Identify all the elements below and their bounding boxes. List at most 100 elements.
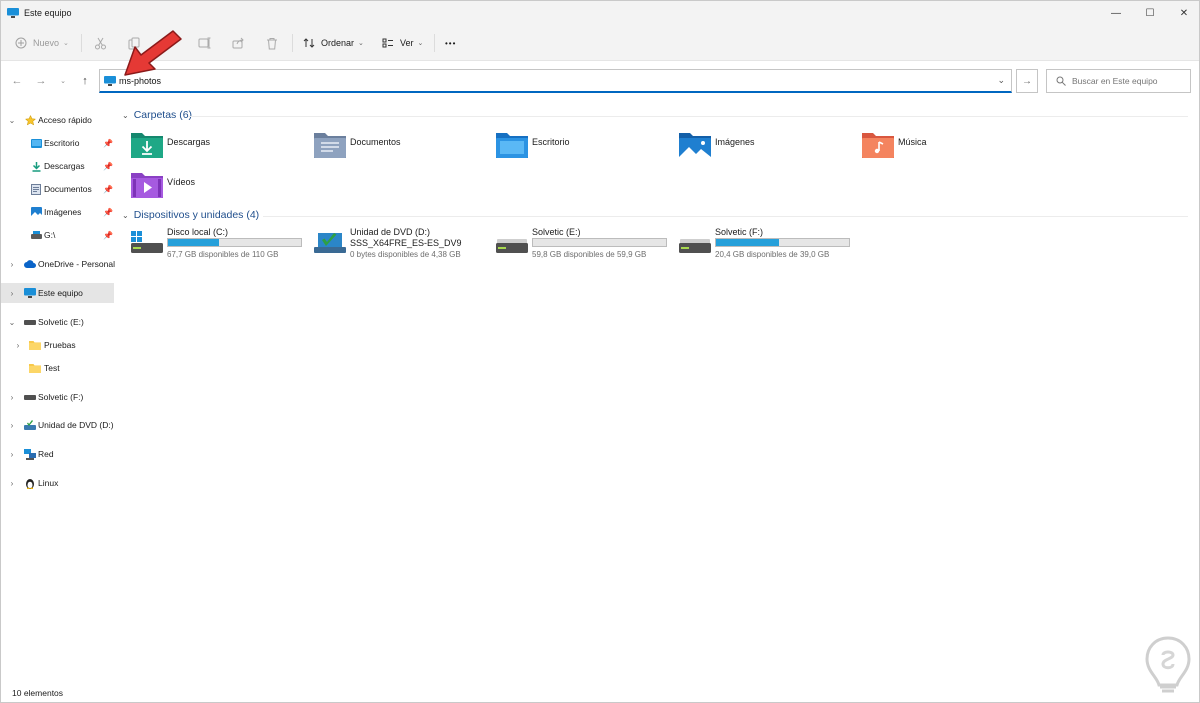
- sidebar-item-descargas[interactable]: Descargas 📌: [1, 156, 114, 176]
- chevron-down-icon[interactable]: ⌄: [7, 318, 17, 327]
- folder-tile-descargas[interactable]: Descargas: [131, 129, 301, 159]
- chevron-right-icon[interactable]: ›: [7, 479, 17, 488]
- videos-folder-icon: [131, 173, 163, 198]
- cut-button[interactable]: [94, 34, 107, 52]
- chevron-down-icon: ⌄: [60, 78, 66, 85]
- file-explorer-window: Este equipo — ☐ ✕ Nuevo ⌄ Ordenar ⌄ Ver …: [0, 0, 1200, 703]
- drive-tile-f[interactable]: Solvetic (F:) 20,4 GB disponibles de 39,…: [679, 227, 854, 263]
- plus-circle-icon: [15, 37, 27, 49]
- desktop-folder-icon: [30, 137, 42, 149]
- new-button[interactable]: Nuevo ⌄: [15, 34, 69, 52]
- address-bar[interactable]: ⌄: [99, 69, 1012, 93]
- annotation-arrow-icon: [124, 30, 182, 76]
- sort-button[interactable]: Ordenar ⌄: [303, 34, 364, 52]
- folder-tile-musica[interactable]: Música: [862, 129, 1032, 159]
- sidebar-item-dvd[interactable]: › Unidad de DVD (D:): [1, 415, 114, 435]
- chevron-right-icon[interactable]: ›: [13, 341, 23, 350]
- rename-icon: [198, 37, 211, 49]
- watermark-logo-icon: [1145, 636, 1191, 693]
- sidebar-item-solvetic-f[interactable]: › Solvetic (F:): [1, 387, 114, 407]
- more-options-button[interactable]: •••: [445, 34, 456, 52]
- documents-folder-icon: [314, 133, 346, 158]
- delete-button[interactable]: [266, 34, 278, 52]
- pin-icon[interactable]: 📌: [103, 208, 113, 217]
- maximize-button[interactable]: ☐: [1133, 1, 1167, 25]
- drive-tile-e[interactable]: Solvetic (E:) 59,8 GB disponibles de 59,…: [496, 227, 671, 263]
- drives-group-header[interactable]: ⌄ Dispositivos y unidades (4): [122, 209, 259, 221]
- sidebar-item-documentos[interactable]: Documentos 📌: [1, 179, 114, 199]
- toolbar-divider: [81, 34, 82, 52]
- drive-tile-c[interactable]: Disco local (C:) 67,7 GB disponibles de …: [131, 227, 306, 263]
- drive-usage-bar: [715, 238, 850, 247]
- toolbar-divider: [434, 34, 435, 52]
- arrow-right-icon: →: [1022, 75, 1032, 87]
- downloads-folder-icon: [131, 133, 163, 158]
- drive-icon: [496, 239, 528, 253]
- sidebar-item-linux[interactable]: › Linux: [1, 473, 114, 493]
- rename-button[interactable]: [198, 34, 211, 52]
- pictures-icon: [30, 206, 42, 218]
- chevron-down-icon: ⌄: [122, 210, 129, 220]
- sidebar-item-quick-access[interactable]: ⌄ Acceso rápido: [1, 110, 114, 130]
- pin-icon[interactable]: 📌: [103, 231, 113, 240]
- folder-icon: [29, 362, 41, 374]
- minimize-button[interactable]: —: [1099, 1, 1133, 25]
- pin-icon[interactable]: 📌: [103, 139, 113, 148]
- folder-tile-videos[interactable]: Vídeos: [131, 169, 301, 199]
- address-input[interactable]: [119, 75, 979, 86]
- scissors-icon: [95, 37, 106, 49]
- back-button[interactable]: ←: [9, 73, 25, 89]
- chevron-down-icon: ⌄: [417, 40, 424, 47]
- up-button[interactable]: ↑: [77, 73, 93, 89]
- folder-tile-documentos[interactable]: Documentos: [314, 129, 484, 159]
- chevron-down-icon[interactable]: ⌄: [7, 116, 17, 125]
- view-button[interactable]: Ver ⌄: [382, 34, 423, 52]
- sidebar-item-solvetic-e[interactable]: ⌄ Solvetic (E:): [1, 312, 114, 332]
- desktop-folder-icon: [496, 133, 528, 158]
- arrow-up-icon: ↑: [82, 75, 88, 87]
- drive-tile-dvd[interactable]: Unidad de DVD (D:) SSS_X64FRE_ES-ES_DV9 …: [314, 227, 489, 263]
- group-divider: [263, 216, 1188, 217]
- sidebar-item-this-pc[interactable]: › Este equipo: [1, 283, 114, 303]
- go-button[interactable]: →: [1016, 69, 1038, 93]
- search-input[interactable]: [1072, 76, 1182, 86]
- share-button[interactable]: [232, 34, 245, 52]
- arrow-right-icon: →: [35, 75, 47, 87]
- pin-icon[interactable]: 📌: [103, 185, 113, 194]
- search-icon: [1056, 76, 1066, 86]
- linux-icon: [24, 477, 36, 489]
- sidebar-item-onedrive[interactable]: › OneDrive - Personal: [1, 254, 115, 274]
- toolbar-divider: [292, 34, 293, 52]
- search-box[interactable]: [1046, 69, 1191, 93]
- sidebar-item-imagenes[interactable]: Imágenes 📌: [1, 202, 114, 222]
- drive-icon: [24, 316, 36, 328]
- chevron-right-icon[interactable]: ›: [7, 289, 17, 298]
- item-count: 10 elementos: [12, 688, 64, 698]
- recent-locations-button[interactable]: ⌄: [55, 73, 71, 89]
- folders-group-header[interactable]: ⌄ Carpetas (6): [122, 109, 192, 121]
- sort-icon: [303, 38, 315, 48]
- chevron-right-icon[interactable]: ›: [7, 260, 17, 269]
- folder-tile-escritorio[interactable]: Escritorio: [496, 129, 666, 159]
- dvd-drive-icon: [314, 233, 346, 253]
- downloads-icon: [30, 160, 42, 172]
- sidebar-item-escritorio[interactable]: Escritorio 📌: [1, 133, 114, 153]
- sidebar-item-drive-g[interactable]: G:\ 📌: [1, 225, 114, 245]
- music-folder-icon: [862, 133, 894, 158]
- arrow-left-icon: ←: [11, 75, 23, 87]
- this-pc-icon: [24, 287, 36, 299]
- folder-tile-imagenes[interactable]: Imágenes: [679, 129, 849, 159]
- forward-button[interactable]: →: [33, 73, 49, 89]
- drive-g-icon: [30, 229, 42, 241]
- chevron-right-icon[interactable]: ›: [7, 421, 17, 430]
- close-button[interactable]: ✕: [1167, 1, 1200, 25]
- sidebar-item-network[interactable]: › Red: [1, 444, 114, 464]
- pin-icon[interactable]: 📌: [103, 162, 113, 171]
- title-bar[interactable]: Este equipo — ☐ ✕: [1, 1, 1199, 25]
- address-history-dropdown[interactable]: ⌄: [997, 75, 1005, 86]
- sidebar-item-pruebas[interactable]: › Pruebas: [1, 335, 114, 355]
- chevron-right-icon[interactable]: ›: [7, 393, 17, 402]
- chevron-right-icon[interactable]: ›: [7, 450, 17, 459]
- cloud-icon: [24, 258, 36, 270]
- sidebar-item-test[interactable]: Test: [1, 358, 114, 378]
